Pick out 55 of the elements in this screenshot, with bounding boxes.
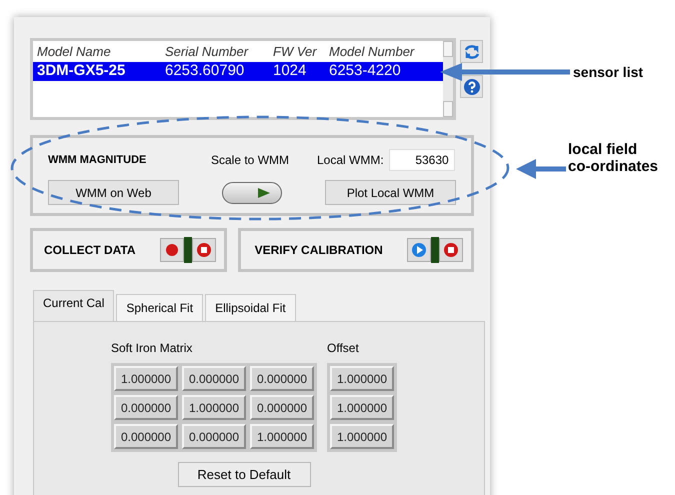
sensor-cell-text: 1024 xyxy=(273,60,308,81)
scale-toggle[interactable] xyxy=(222,182,282,204)
record-icon xyxy=(164,243,179,257)
tab[interactable]: Spherical Fit xyxy=(116,294,204,321)
value-cell: 0.000000 xyxy=(250,366,314,391)
wmm-web-button[interactable]: WMM on Web xyxy=(48,180,179,205)
value-cell: 0.000000 xyxy=(182,424,246,449)
column-header: Model Number xyxy=(329,43,416,61)
refresh-button[interactable] xyxy=(460,40,483,63)
matrix-title: Soft Iron Matrix xyxy=(111,340,194,357)
stop-icon xyxy=(196,242,212,258)
value-cell: 1.000000 xyxy=(114,366,178,391)
refresh-icon xyxy=(464,44,480,60)
arrow xyxy=(514,158,566,180)
verify-calibration-title: VERIFY CALIBRATION xyxy=(254,242,383,259)
column-header: Serial Number xyxy=(165,43,250,61)
wmm-title: WMM MAGNITUDE xyxy=(48,152,148,168)
play-button[interactable] xyxy=(407,238,431,262)
value-cell: 1.000000 xyxy=(330,424,394,449)
stop-button[interactable] xyxy=(439,238,463,262)
sensor-cell-text: 3DM-GX5-25 xyxy=(37,60,126,81)
offset-title: Offset xyxy=(327,340,360,357)
scrollbar[interactable] xyxy=(443,41,453,117)
value-cell: 0.000000 xyxy=(114,395,178,420)
play-icon xyxy=(411,242,427,258)
question-icon xyxy=(462,78,480,96)
tab[interactable]: Ellipsoidal Fit xyxy=(205,294,296,321)
local-wmm-field[interactable]: 53630 xyxy=(388,149,455,171)
value-cell: 1.000000 xyxy=(182,395,246,420)
play-icon xyxy=(257,186,271,198)
sensor-cell-text: 6253.60790 xyxy=(165,60,246,81)
collect-data-title: COLLECT DATA xyxy=(44,242,136,259)
column-header: FW Ver xyxy=(273,43,318,61)
tab[interactable]: Current Cal xyxy=(33,290,114,321)
annotation-label: local field co-ordinates xyxy=(568,141,660,175)
column-header: Model Name xyxy=(37,43,112,61)
stop-button[interactable] xyxy=(192,238,216,262)
sensor-row[interactable]: 3DM-GX5-25 6253.60790 1024 6253-4220 xyxy=(33,62,443,80)
value-cell: 0.000000 xyxy=(114,424,178,449)
sensor-cell-text: 6253-4220 xyxy=(329,60,402,81)
value-cell: 0.000000 xyxy=(250,395,314,420)
scale-label: Scale to WMM xyxy=(211,152,290,169)
reset-button[interactable]: Reset to Default xyxy=(178,462,310,487)
annotation-label: sensor list xyxy=(573,63,644,82)
stop-icon xyxy=(443,242,459,258)
status-light xyxy=(431,237,439,263)
value-cell: 0.000000 xyxy=(182,366,246,391)
sensor-list[interactable]: Model Name Serial Number FW Ver Model Number 3DM-GX5-25 6253.60790 1024 6253-4220 xyxy=(30,38,456,120)
plot-wmm-button[interactable]: Plot Local WMM xyxy=(325,180,456,205)
value-cell: 1.000000 xyxy=(330,366,394,391)
help-button[interactable] xyxy=(460,75,483,98)
value-cell: 1.000000 xyxy=(330,395,394,420)
record-button[interactable] xyxy=(160,238,184,262)
value-cell: 1.000000 xyxy=(250,424,314,449)
local-wmm-label: Local WMM: xyxy=(317,152,384,169)
